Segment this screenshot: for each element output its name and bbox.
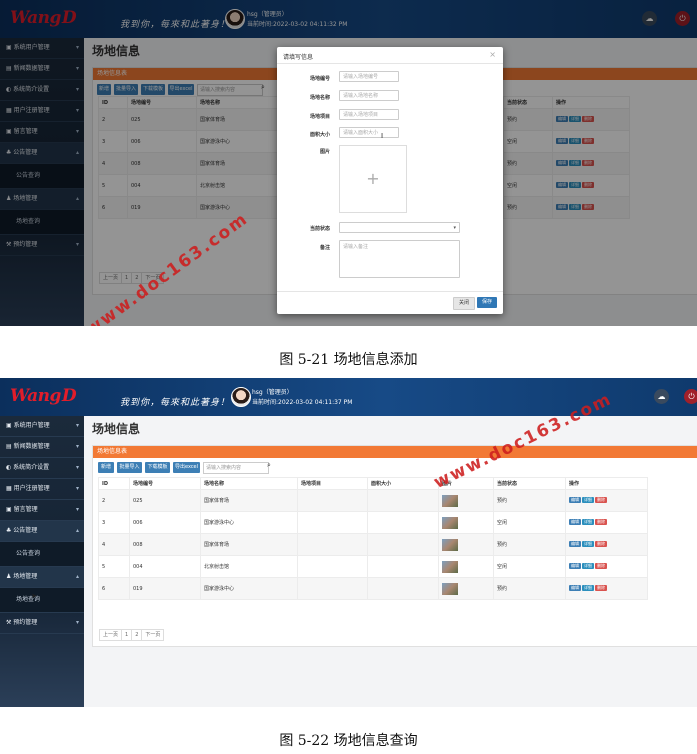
sidebar: ▣ 系统用户管理 ▾ ▤ 新闻数据管理 ▾ ◐ 系统简介设置 ▾ ▦ 用户注册管理 ▾ … [0, 416, 84, 707]
venue-table: ID 场地编号 场地名称 场地项目 面积大小 图片 当前状态 操作 2 025 国家… [98, 477, 648, 600]
figure-caption-1: 图 5-21 场地信息添加 [279, 352, 418, 368]
screenshot-add-venue: WangD 我到你，每來和此著身！ hsg（管理员） 当前时间:2022-03-… [0, 0, 697, 326]
field-label-name: 场地名称 [309, 95, 330, 101]
screenshot-venue-query: WangD 我到你，每來和此著身！ hsg（管理员） 当前时间:2022-03-… [0, 378, 697, 707]
delete-button[interactable]: 删除 [595, 497, 607, 504]
sidebar-item-venue-query[interactable]: 场地查询 [0, 588, 84, 613]
sidebar-item-messages[interactable]: ▣ 留言管理 ▾ [0, 500, 84, 521]
remark-textarea[interactable]: 请输入备注 [339, 240, 460, 278]
mouse-pointer-icon: ➤ [31, 592, 37, 600]
venue-thumbnail[interactable] [442, 494, 458, 507]
venue-area-input[interactable]: 请输入面积大小 [339, 127, 399, 138]
detail-button[interactable]: 详细 [582, 519, 594, 526]
delete-button[interactable]: 删除 [595, 585, 607, 592]
status-select[interactable]: ▾ [339, 222, 460, 233]
field-label-remark: 备注 [319, 245, 330, 251]
detail-button[interactable]: 详细 [582, 541, 594, 548]
cloud-icon[interactable]: ☁ [654, 389, 669, 404]
download-template-button[interactable]: 下载模板 [145, 462, 170, 473]
venue-thumbnail[interactable] [442, 516, 458, 529]
edit-button[interactable]: 编辑 [569, 497, 581, 504]
delete-button[interactable]: 删除 [595, 541, 607, 548]
detail-button[interactable]: 详细 [582, 497, 594, 504]
close-icon[interactable]: × [489, 50, 496, 59]
export-excel-button[interactable]: 导出excel [173, 462, 200, 473]
field-label-area: 面积大小 [309, 132, 330, 138]
sidebar-item-announcements[interactable]: ♣ 公告管理 ▴ [0, 521, 84, 542]
venue-name-input[interactable]: 请输入场地名称 [339, 90, 399, 101]
sidebar-item-user-register[interactable]: ▦ 用户注册管理 ▾ [0, 479, 84, 500]
table-row[interactable]: 5 004 北京射击馆 空闲 编辑 详细 删除 [98, 555, 648, 578]
pagination: 上一页 1 2 下一页 [99, 621, 165, 641]
sidebar-item-announcement-query[interactable]: 公告查询 [0, 542, 84, 567]
login-time: 当前时间:2022-03-02 04:11:37 PM [252, 399, 353, 406]
table-row[interactable]: 3 006 国家游泳中心 空闲 编辑 详细 删除 [98, 511, 648, 534]
detail-button[interactable]: 详细 [582, 585, 594, 592]
batch-import-button[interactable]: 批量导入 [117, 462, 142, 473]
field-label-code: 场地编号 [309, 76, 330, 82]
edit-button[interactable]: 编辑 [569, 585, 581, 592]
sidebar-item-system-users[interactable]: ▣ 系统用户管理 ▾ [0, 416, 84, 437]
toolbar: 新增 批量导入 下载模板 导出excel 请输入搜索内容 ⌕ [93, 458, 697, 476]
column-header: 当前状态 [493, 477, 566, 490]
modal-footer-divider [277, 291, 503, 292]
user-name: hsg（管理员） [252, 389, 293, 396]
text-cursor-icon: I [381, 132, 384, 140]
table-row[interactable]: 4 008 国家体育场 预约 编辑 详细 删除 [98, 533, 648, 556]
venue-thumbnail[interactable] [442, 582, 458, 595]
modal-title: 请填写信息 [283, 54, 314, 61]
table-row[interactable]: 6 019 国家游泳中心 预约 编辑 详细 删除 [98, 577, 648, 600]
column-header: 面积大小 [367, 477, 439, 490]
prev-page-button[interactable]: 上一页 [99, 629, 123, 641]
delete-button[interactable]: 删除 [595, 563, 607, 570]
column-header: 场地编号 [129, 477, 201, 490]
edit-button[interactable]: 编辑 [569, 541, 581, 548]
field-label-status: 当前状态 [309, 226, 330, 232]
edit-button[interactable]: 编辑 [569, 563, 581, 570]
figure-caption-2: 图 5-22 场地信息查询 [279, 733, 418, 749]
table-header-row: ID 场地编号 场地名称 场地项目 面积大小 图片 当前状态 操作 [98, 477, 648, 490]
page-title: 场地信息 [92, 422, 141, 436]
search-input[interactable]: 请输入搜索内容 [203, 462, 269, 474]
sidebar-item-system-intro[interactable]: ◐ 系统简介设置 ▾ [0, 458, 84, 479]
detail-button[interactable]: 详细 [582, 563, 594, 570]
app-logo: WangD [10, 386, 77, 406]
power-icon[interactable]: ⏻ [684, 389, 697, 404]
venue-project-input[interactable]: 请输入场地项目 [339, 109, 399, 120]
field-label-image: 图片 [319, 149, 330, 155]
column-header: ID [98, 477, 130, 490]
venue-thumbnail[interactable] [442, 538, 458, 551]
chevron-down-icon: ▾ [453, 225, 456, 231]
add-button[interactable]: 新增 [98, 462, 114, 473]
venue-code-input[interactable]: 请输入场地编号 [339, 71, 399, 82]
venue-thumbnail[interactable] [442, 560, 458, 573]
search-icon[interactable]: ⌕ [267, 461, 271, 470]
sidebar-item-news[interactable]: ▤ 新闻数据管理 ▾ [0, 437, 84, 458]
modal-divider [277, 63, 503, 64]
avatar[interactable] [231, 387, 251, 407]
header-slogan: 我到你，每來和此著身！ [120, 398, 231, 408]
next-page-button[interactable]: 下一页 [141, 629, 165, 641]
column-header: 场地名称 [200, 477, 298, 490]
add-venue-modal: 请填写信息 × 场地编号 请输入场地编号 场地名称 请输入场地名称 场地项目 请… [277, 47, 503, 314]
table-row[interactable]: 2 025 国家体育场 预约 编辑 详细 删除 [98, 489, 648, 512]
main-content: 场地信息 场地信息表 新增 批量导入 下载模板 导出excel 请输入搜索内容 … [84, 416, 697, 707]
edit-button[interactable]: 编辑 [569, 519, 581, 526]
venue-panel: 场地信息表 新增 批量导入 下载模板 导出excel 请输入搜索内容 ⌕ ID … [92, 445, 697, 647]
panel-header: 场地信息表 [93, 446, 697, 458]
field-label-project: 场地项目 [309, 114, 330, 120]
image-upload-box[interactable]: + [339, 145, 407, 213]
sidebar-item-reservations[interactable]: ⚒ 预约管理 ▾ [0, 613, 84, 634]
close-button[interactable]: 关闭 [453, 297, 476, 310]
sidebar-item-venues[interactable]: ♟ 场地管理 ▴ [0, 567, 84, 588]
delete-button[interactable]: 删除 [595, 519, 607, 526]
column-header: 操作 [565, 477, 648, 490]
column-header: 场地项目 [297, 477, 368, 490]
save-button[interactable]: 保存 [477, 297, 498, 308]
